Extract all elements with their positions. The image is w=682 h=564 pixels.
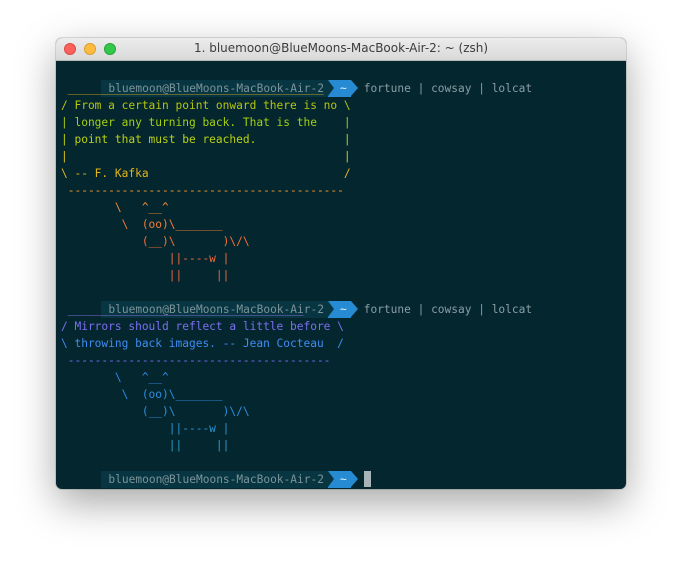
window-title: 1. bluemoon@BlueMoons-MacBook-Air-2: ~ (… [193,41,489,55]
output-line: \ -- F. Kafka / [61,167,351,180]
output-line: \ (oo)\_______ [61,218,223,231]
output-line: | longer any turning back. That is the | [61,116,351,129]
output-line: \ ^__^ [61,371,169,384]
command-text: fortune | cowsay | lolcat [363,303,533,316]
text-cursor [363,471,371,487]
output-line: / Mirrors should reflect a little before… [61,320,344,333]
output-line: \ throwing back images. -- Jean Cocteau … [61,337,344,350]
output-line: | point that must be reached. | [61,133,351,146]
output-line: || || [61,439,230,452]
prompt-directory: ~ [327,80,358,97]
output-line: ______________________________________ [61,82,324,95]
output-line: ||----w | [61,252,230,265]
output-line: ||----w | [61,422,230,435]
title-bar[interactable]: 1. bluemoon@BlueMoons-MacBook-Air-2: ~ (… [56,38,626,61]
terminal-content[interactable]: bluemoon@BlueMoons-MacBook-Air-2 ~ fortune… [61,61,621,488]
output-line: ___________________________________ [61,303,304,316]
prompt-directory: ~ [327,471,358,488]
output-line: (__)\ )\/\ [61,235,250,248]
output-line: || || [61,269,230,282]
prompt-line: bluemoon@BlueMoons-MacBook-Air-2 ~ fortune… [61,284,532,318]
output-line: --------------------------------------- [61,354,331,367]
prompt-line: bluemoon@BlueMoons-MacBook-Air-2 ~ [61,454,371,488]
prompt-directory: ~ [327,301,358,318]
terminal-window: 1. bluemoon@BlueMoons-MacBook-Air-2: ~ (… [56,38,626,489]
output-line: \ (oo)\_______ [61,388,223,401]
prompt-user-host: bluemoon@BlueMoons-MacBook-Air-2 [101,471,328,488]
output-line: (__)\ )\/\ [61,405,250,418]
prompt-line: bluemoon@BlueMoons-MacBook-Air-2 ~ fortune… [61,63,532,97]
output-line: \ ^__^ [61,201,169,214]
command-text: fortune | cowsay | lolcat [363,82,533,95]
output-line: ----------------------------------------… [61,184,344,197]
output-line: | | [61,150,351,163]
output-line: / From a certain point onward there is n… [61,99,351,112]
